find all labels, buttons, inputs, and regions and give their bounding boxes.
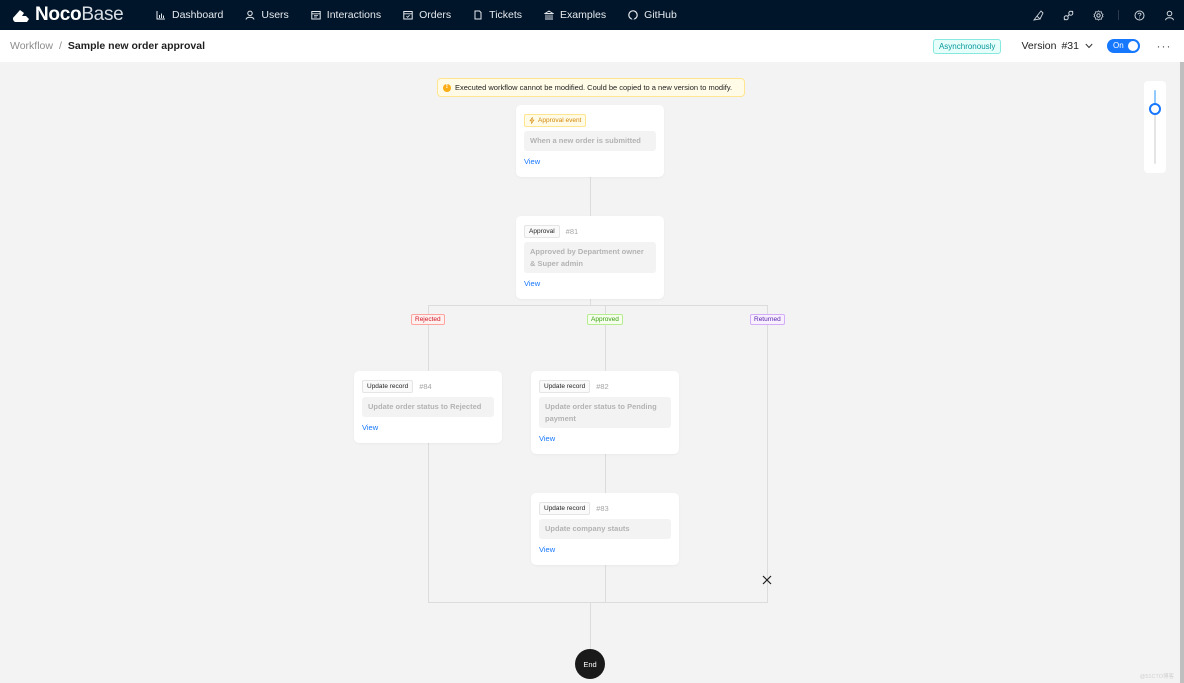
connector-line [590,602,591,650]
branch-line-returned [767,305,768,603]
breadcrumb-separator: / [58,40,62,52]
help-icon [1134,10,1144,20]
close-icon[interactable] [761,574,773,586]
version-dropdown[interactable]: Version #31 [1021,40,1093,52]
toolbar-divider [1118,10,1119,20]
view-link[interactable]: View [539,545,555,554]
branch-merge-line [428,602,768,603]
zoom-slider-handle[interactable] [1149,102,1161,115]
calendar-check-icon [403,11,413,20]
node-type-tag: Update record [362,379,414,393]
view-link[interactable]: View [524,279,540,288]
end-node: End [575,649,605,679]
github-icon [628,10,638,20]
nav-label: Dashboard [172,9,224,21]
nav-item-orders[interactable]: Orders [392,0,462,30]
nav-item-dashboard[interactable]: Dashboard [145,0,234,30]
view-link[interactable]: View [362,423,378,432]
node-title: Update order status to Rejected [362,397,494,417]
main-nav: Dashboard Users Interactions Orders Tick… [145,0,688,30]
node-id: #83 [596,503,609,513]
node-id: #81 [565,226,579,236]
toggle-label: On [1113,41,1124,50]
approval-node[interactable]: Approval #81 Approved by Department owne… [516,216,664,299]
node-title: When a new order is submitted [524,131,656,151]
top-navigation-bar: Noco Base Dashboard Users Interactions Or… [0,0,1184,30]
node-type-tag: Update record [539,501,591,515]
branch-label-rejected: Rejected [411,314,445,325]
nav-item-github[interactable]: GitHub [617,0,688,30]
node-title: Update order status to Pending payment [539,397,671,428]
user-icon [245,10,255,20]
workflow-enabled-toggle[interactable]: On [1107,39,1140,53]
warning-icon [443,83,451,92]
update-record-node[interactable]: Update record #83 Update company stauts … [531,493,679,565]
workflow-actions: Asynchronously Version #31 On ··· [932,30,1184,62]
nav-item-examples[interactable]: Examples [533,0,617,30]
nav-item-tickets[interactable]: Tickets [462,0,533,30]
nav-label: Users [261,9,289,21]
update-record-node[interactable]: Update record #82 Update order status to… [531,371,679,454]
nav-label: Orders [419,9,452,21]
help-button[interactable] [1124,0,1154,30]
nav-item-interactions[interactable]: Interactions [300,0,392,30]
breadcrumb-current-title: Sample new order approval [67,40,206,52]
logo-text-bold: Noco [35,4,82,25]
user-menu-button[interactable] [1154,0,1184,30]
nav-label: GitHub [644,9,677,21]
branch-label-approved: Approved [587,314,623,325]
settings-button[interactable] [1083,0,1113,30]
watermark: @51CTO博客 [1139,674,1174,680]
bank-icon [544,10,555,20]
branch-line-rejected [428,305,429,603]
view-link[interactable]: View [524,157,540,166]
node-title: Approved by Department owner & Super adm… [524,242,656,273]
workflow-canvas[interactable]: Executed workflow cannot be modified. Co… [0,62,1180,683]
nav-label: Interactions [326,9,382,21]
user-icon [1164,10,1174,20]
nav-label: Examples [560,9,607,21]
trigger-tag-label: Approval event [538,116,582,124]
trigger-node[interactable]: Approval event When a new order is submi… [516,105,664,177]
node-title: Update company stauts [539,519,671,539]
vertical-scrollbar[interactable] [1180,62,1184,683]
logo-icon [13,10,29,22]
bar-chart-icon [156,11,165,20]
node-type-tag: Update record [539,379,591,393]
branch-label-returned: Returned [750,314,785,325]
node-id: #84 [419,381,432,391]
toggle-knob [1128,41,1138,51]
version-number: #31 [1061,40,1079,52]
readonly-notice: Executed workflow cannot be modified. Co… [437,78,745,97]
zoom-slider-panel [1144,81,1166,173]
version-label: Version [1021,40,1057,52]
breadcrumb-workflow-link[interactable]: Workflow [10,40,53,52]
settings-icon [1092,9,1104,21]
logo-text-light: Base [81,4,124,25]
node-id: #82 [596,381,609,391]
view-link[interactable]: View [539,434,555,443]
plugin-icon [1063,10,1073,20]
more-actions-button[interactable]: ··· [1154,36,1174,56]
nocobase-logo[interactable]: Noco Base [10,0,135,30]
branch-split-line [428,305,768,306]
execution-mode-tag: Asynchronously [932,38,1002,54]
plugin-button[interactable] [1053,0,1083,30]
trigger-type-tag: Approval event [524,113,587,127]
file-icon [474,10,482,20]
lightning-icon [529,116,535,124]
nav-label: Tickets [489,9,523,21]
nav-item-users[interactable]: Users [234,0,299,30]
top-right-toolbar [1023,0,1184,30]
calendar-icon [311,11,321,20]
theme-brush-button[interactable] [1023,0,1053,30]
update-record-node[interactable]: Update record #84 Update order status to… [354,371,502,443]
chevron-down-icon [1085,43,1093,49]
notice-text: Executed workflow cannot be modified. Co… [455,83,733,92]
node-type-tag: Approval [524,224,560,238]
workflow-header: Workflow / Sample new order approval Asy… [0,30,1184,62]
theme-brush-icon [1032,9,1044,21]
